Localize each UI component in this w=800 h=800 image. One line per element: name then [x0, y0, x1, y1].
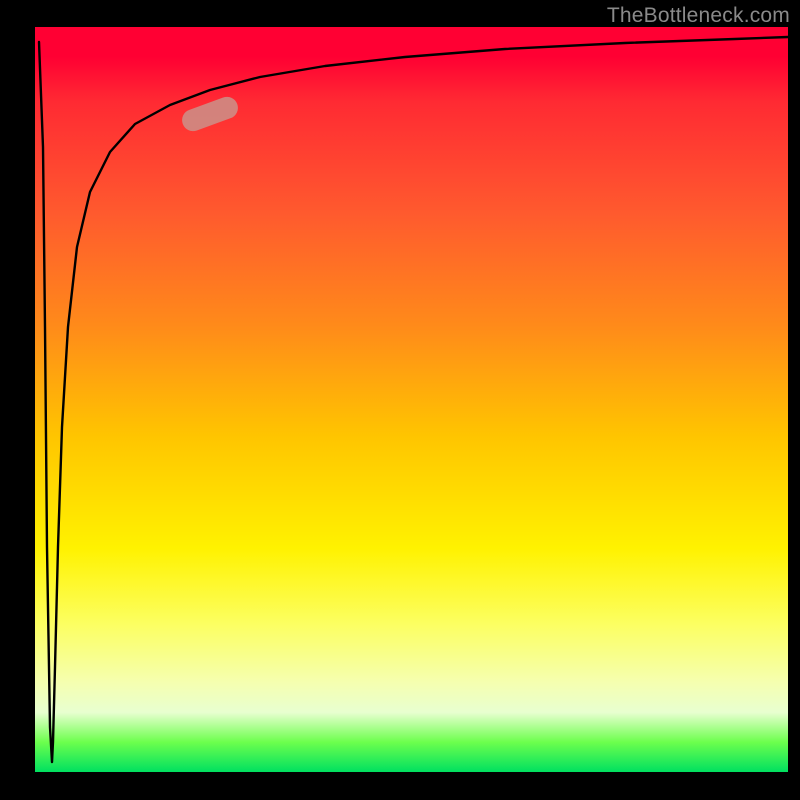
watermark-text: TheBottleneck.com	[607, 4, 790, 28]
chart-overlay	[35, 27, 788, 772]
highlight-segment	[179, 94, 241, 135]
chart-frame: TheBottleneck.com	[0, 0, 800, 800]
bottleneck-curve	[39, 37, 788, 762]
